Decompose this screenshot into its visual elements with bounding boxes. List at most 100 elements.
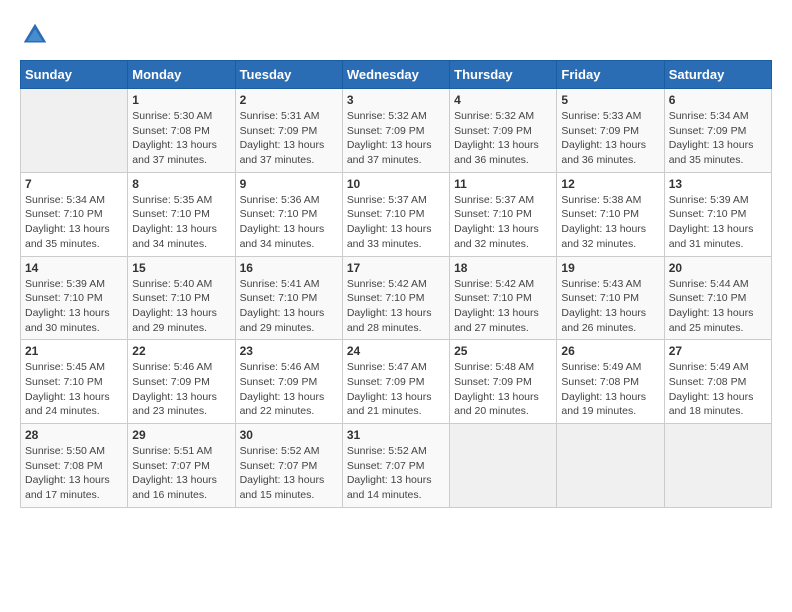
calendar-cell: 16Sunrise: 5:41 AM Sunset: 7:10 PM Dayli… xyxy=(235,256,342,340)
day-info: Sunrise: 5:49 AM Sunset: 7:08 PM Dayligh… xyxy=(669,360,767,419)
header-day-thursday: Thursday xyxy=(450,61,557,89)
calendar-cell: 26 Sunrise: 5:49 AM Sunset: 7:08 PM Dayli… xyxy=(557,340,664,424)
calendar-cell xyxy=(557,424,664,508)
day-number: 22 xyxy=(132,344,230,358)
calendar-cell: 8 Sunrise: 5:35 AM Sunset: 7:10 PM Daylig… xyxy=(128,172,235,256)
day-number: 25 xyxy=(454,344,552,358)
day-number: 11 xyxy=(454,177,552,191)
day-info: Sunrise: 5:39 AM Sunset: 7:10 PM Dayligh… xyxy=(25,277,123,336)
day-info: Sunrise: 5:42 AM Sunset: 7:10 PM Dayligh… xyxy=(454,277,552,336)
day-number: 8 xyxy=(132,177,230,191)
day-info: Sunrise: 5:39 AM Sunset: 7:10 PM Dayligh… xyxy=(669,193,767,252)
day-info: Sunrise: 5:43 AM Sunset: 7:10 PM Dayligh… xyxy=(561,277,659,336)
calendar-cell: 15Sunrise: 5:40 AM Sunset: 7:10 PM Dayli… xyxy=(128,256,235,340)
day-number: 13 xyxy=(669,177,767,191)
day-info: Sunrise: 5:52 AM Sunset: 7:07 PM Dayligh… xyxy=(240,444,338,503)
calendar-cell: 5 Sunrise: 5:33 AM Sunset: 7:09 PM Daylig… xyxy=(557,89,664,173)
calendar-cell xyxy=(21,89,128,173)
day-info: Sunrise: 5:46 AM Sunset: 7:09 PM Dayligh… xyxy=(132,360,230,419)
calendar-cell: 27Sunrise: 5:49 AM Sunset: 7:08 PM Dayli… xyxy=(664,340,771,424)
day-number: 19 xyxy=(561,261,659,275)
day-info: Sunrise: 5:48 AM Sunset: 7:09 PM Dayligh… xyxy=(454,360,552,419)
calendar-week-2: 7 Sunrise: 5:34 AM Sunset: 7:10 PM Daylig… xyxy=(21,172,772,256)
header-day-friday: Friday xyxy=(557,61,664,89)
day-number: 28 xyxy=(25,428,123,442)
day-info: Sunrise: 5:42 AM Sunset: 7:10 PM Dayligh… xyxy=(347,277,445,336)
day-number: 9 xyxy=(240,177,338,191)
day-info: Sunrise: 5:31 AM Sunset: 7:09 PM Dayligh… xyxy=(240,109,338,168)
calendar-cell: 18 Sunrise: 5:42 AM Sunset: 7:10 PM Dayli… xyxy=(450,256,557,340)
header-day-monday: Monday xyxy=(128,61,235,89)
day-number: 4 xyxy=(454,93,552,107)
day-info: Sunrise: 5:38 AM Sunset: 7:10 PM Dayligh… xyxy=(561,193,659,252)
calendar-week-4: 21 Sunrise: 5:45 AM Sunset: 7:10 PM Dayli… xyxy=(21,340,772,424)
calendar-cell: 2Sunrise: 5:31 AM Sunset: 7:09 PM Daylig… xyxy=(235,89,342,173)
day-number: 23 xyxy=(240,344,338,358)
calendar-cell: 4Sunrise: 5:32 AM Sunset: 7:09 PM Daylig… xyxy=(450,89,557,173)
day-info: Sunrise: 5:46 AM Sunset: 7:09 PM Dayligh… xyxy=(240,360,338,419)
calendar-cell: 11 Sunrise: 5:37 AM Sunset: 7:10 PM Dayli… xyxy=(450,172,557,256)
header-day-sunday: Sunday xyxy=(21,61,128,89)
day-info: Sunrise: 5:50 AM Sunset: 7:08 PM Dayligh… xyxy=(25,444,123,503)
day-number: 1 xyxy=(132,93,230,107)
day-info: Sunrise: 5:44 AM Sunset: 7:10 PM Dayligh… xyxy=(669,277,767,336)
day-info: Sunrise: 5:47 AM Sunset: 7:09 PM Dayligh… xyxy=(347,360,445,419)
calendar-cell: 20Sunrise: 5:44 AM Sunset: 7:10 PM Dayli… xyxy=(664,256,771,340)
header-day-tuesday: Tuesday xyxy=(235,61,342,89)
calendar-cell: 7 Sunrise: 5:34 AM Sunset: 7:10 PM Daylig… xyxy=(21,172,128,256)
day-number: 10 xyxy=(347,177,445,191)
calendar-cell: 1 Sunrise: 5:30 AM Sunset: 7:08 PM Daylig… xyxy=(128,89,235,173)
day-info: Sunrise: 5:34 AM Sunset: 7:10 PM Dayligh… xyxy=(25,193,123,252)
day-number: 6 xyxy=(669,93,767,107)
day-info: Sunrise: 5:52 AM Sunset: 7:07 PM Dayligh… xyxy=(347,444,445,503)
day-number: 29 xyxy=(132,428,230,442)
day-info: Sunrise: 5:34 AM Sunset: 7:09 PM Dayligh… xyxy=(669,109,767,168)
day-info: Sunrise: 5:32 AM Sunset: 7:09 PM Dayligh… xyxy=(347,109,445,168)
day-number: 12 xyxy=(561,177,659,191)
day-number: 21 xyxy=(25,344,123,358)
calendar-cell: 28 Sunrise: 5:50 AM Sunset: 7:08 PM Dayli… xyxy=(21,424,128,508)
day-number: 7 xyxy=(25,177,123,191)
day-info: Sunrise: 5:36 AM Sunset: 7:10 PM Dayligh… xyxy=(240,193,338,252)
day-info: Sunrise: 5:37 AM Sunset: 7:10 PM Dayligh… xyxy=(347,193,445,252)
day-info: Sunrise: 5:30 AM Sunset: 7:08 PM Dayligh… xyxy=(132,109,230,168)
header-day-wednesday: Wednesday xyxy=(342,61,449,89)
calendar-cell: 9 Sunrise: 5:36 AM Sunset: 7:10 PM Daylig… xyxy=(235,172,342,256)
header-day-saturday: Saturday xyxy=(664,61,771,89)
day-info: Sunrise: 5:51 AM Sunset: 7:07 PM Dayligh… xyxy=(132,444,230,503)
day-info: Sunrise: 5:35 AM Sunset: 7:10 PM Dayligh… xyxy=(132,193,230,252)
calendar-cell xyxy=(664,424,771,508)
calendar-cell: 19 Sunrise: 5:43 AM Sunset: 7:10 PM Dayli… xyxy=(557,256,664,340)
calendar-cell: 3 Sunrise: 5:32 AM Sunset: 7:09 PM Daylig… xyxy=(342,89,449,173)
calendar-cell: 30 Sunrise: 5:52 AM Sunset: 7:07 PM Dayli… xyxy=(235,424,342,508)
day-info: Sunrise: 5:41 AM Sunset: 7:10 PM Dayligh… xyxy=(240,277,338,336)
calendar-week-5: 28 Sunrise: 5:50 AM Sunset: 7:08 PM Dayli… xyxy=(21,424,772,508)
day-number: 17 xyxy=(347,261,445,275)
calendar-cell: 31Sunrise: 5:52 AM Sunset: 7:07 PM Dayli… xyxy=(342,424,449,508)
calendar-table: SundayMondayTuesdayWednesdayThursdayFrid… xyxy=(20,60,772,508)
calendar-cell: 6 Sunrise: 5:34 AM Sunset: 7:09 PM Daylig… xyxy=(664,89,771,173)
calendar-week-1: 1 Sunrise: 5:30 AM Sunset: 7:08 PM Daylig… xyxy=(21,89,772,173)
calendar-cell: 23 Sunrise: 5:46 AM Sunset: 7:09 PM Dayli… xyxy=(235,340,342,424)
day-info: Sunrise: 5:33 AM Sunset: 7:09 PM Dayligh… xyxy=(561,109,659,168)
day-info: Sunrise: 5:40 AM Sunset: 7:10 PM Dayligh… xyxy=(132,277,230,336)
calendar-week-3: 14 Sunrise: 5:39 AM Sunset: 7:10 PM Dayli… xyxy=(21,256,772,340)
calendar-cell: 17 Sunrise: 5:42 AM Sunset: 7:10 PM Dayli… xyxy=(342,256,449,340)
calendar-cell: 29 Sunrise: 5:51 AM Sunset: 7:07 PM Dayli… xyxy=(128,424,235,508)
day-number: 30 xyxy=(240,428,338,442)
day-info: Sunrise: 5:45 AM Sunset: 7:10 PM Dayligh… xyxy=(25,360,123,419)
day-number: 3 xyxy=(347,93,445,107)
day-number: 14 xyxy=(25,261,123,275)
calendar-body: 1 Sunrise: 5:30 AM Sunset: 7:08 PM Daylig… xyxy=(21,89,772,508)
day-info: Sunrise: 5:49 AM Sunset: 7:08 PM Dayligh… xyxy=(561,360,659,419)
day-info: Sunrise: 5:37 AM Sunset: 7:10 PM Dayligh… xyxy=(454,193,552,252)
calendar-cell: 21 Sunrise: 5:45 AM Sunset: 7:10 PM Dayli… xyxy=(21,340,128,424)
calendar-cell xyxy=(450,424,557,508)
day-number: 26 xyxy=(561,344,659,358)
calendar-header: SundayMondayTuesdayWednesdayThursdayFrid… xyxy=(21,61,772,89)
calendar-cell: 13 Sunrise: 5:39 AM Sunset: 7:10 PM Dayli… xyxy=(664,172,771,256)
day-number: 5 xyxy=(561,93,659,107)
calendar-cell: 22 Sunrise: 5:46 AM Sunset: 7:09 PM Dayli… xyxy=(128,340,235,424)
day-number: 18 xyxy=(454,261,552,275)
calendar-cell: 24Sunrise: 5:47 AM Sunset: 7:09 PM Dayli… xyxy=(342,340,449,424)
